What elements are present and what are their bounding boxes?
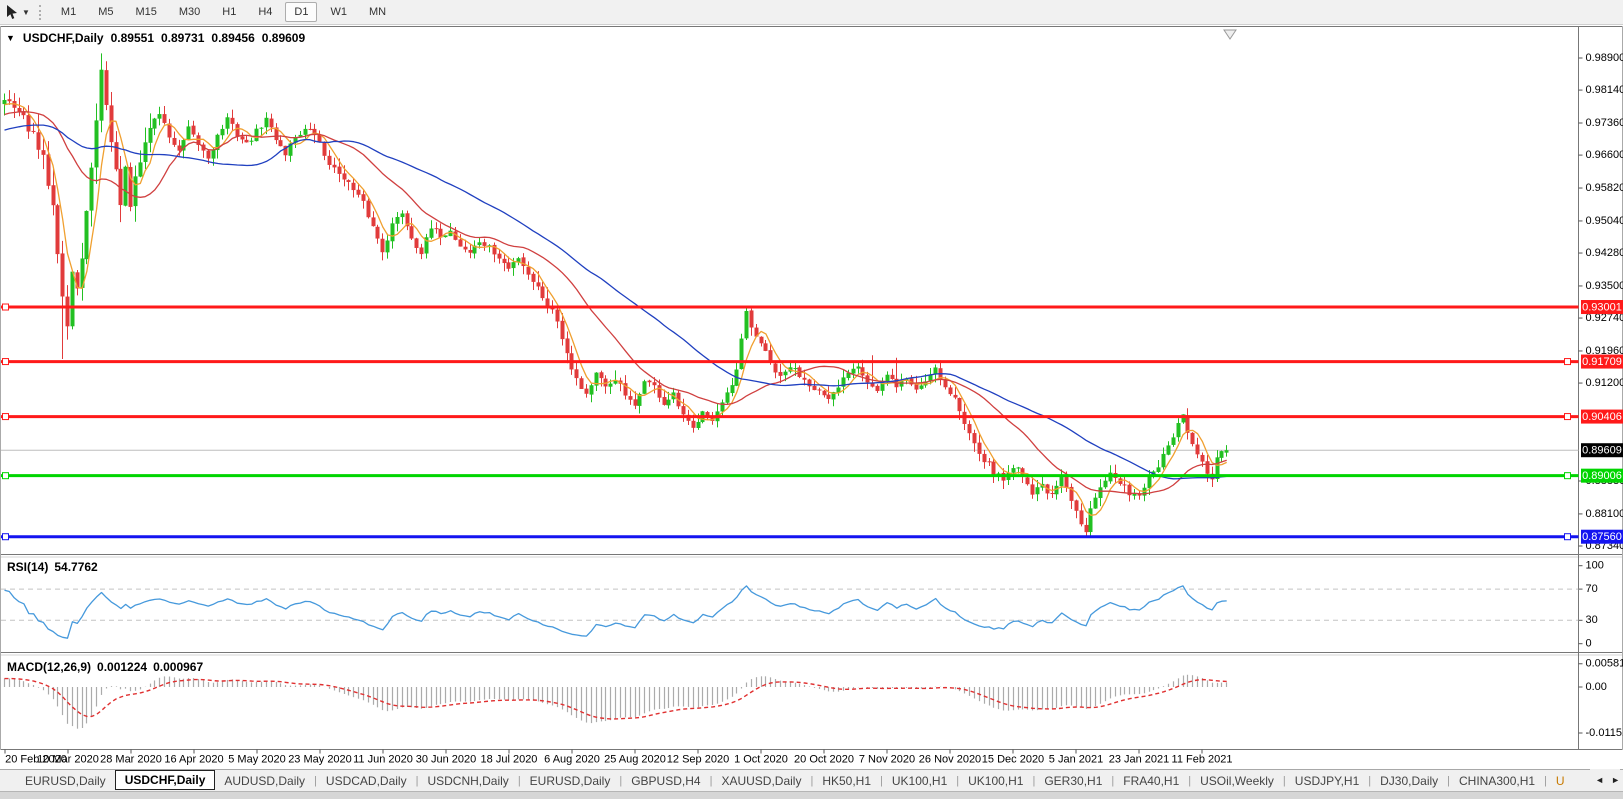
ohlc-low: 0.89456 <box>211 31 254 45</box>
svg-text:0.91709: 0.91709 <box>1582 356 1622 368</box>
rsi-pane-label: RSI(14) 54.7762 <box>7 560 98 574</box>
date-axis-label: 15 Dec 2020 <box>982 754 1044 766</box>
level-price-label-0.93001: 0.93001 <box>1581 300 1623 314</box>
chart-tab-fra40-h1[interactable]: FRA40,H1 <box>1114 771 1188 791</box>
date-axis-label: 23 May 2020 <box>288 754 352 766</box>
date-axis-label: 5 Jan 2021 <box>1049 754 1103 766</box>
triangle-down-icon[interactable]: ▼ <box>6 33 15 43</box>
chart-ohlc-header: ▼ USDCHF,Daily 0.89551 0.89731 0.89456 0… <box>6 31 305 45</box>
chart-canvas[interactable]: 0.98900 0.98140 0.97360 0.96600 0.95820 0.950… <box>0 0 1623 799</box>
date-axis-label: 18 Jul 2020 <box>481 754 538 766</box>
tab-scroll-left-button[interactable]: ◄ <box>1595 775 1604 785</box>
date-axis-label: 6 Aug 2020 <box>544 754 600 766</box>
chart-tab-usdjpy-h1[interactable]: USDJPY,H1 <box>1286 771 1368 791</box>
level-price-label-0.91709: 0.91709 <box>1581 355 1623 369</box>
date-axis-label: 5 May 2020 <box>228 754 285 766</box>
rsi-indicator-name: RSI(14) <box>7 560 48 574</box>
chart-tab-u[interactable]: U <box>1547 771 1574 791</box>
macd-pane-label: MACD(12,26,9) 0.001224 0.000967 <box>7 660 203 674</box>
svg-text:0.89609: 0.89609 <box>1582 445 1622 457</box>
date-axis-label: 23 Jan 2021 <box>1109 754 1170 766</box>
level-price-label-0.87560: 0.87560 <box>1581 530 1623 544</box>
date-axis-label: 1 Oct 2020 <box>734 754 788 766</box>
macd-main-value: 0.001224 <box>97 660 147 674</box>
date-axis-label: 10 Mar 2020 <box>37 754 99 766</box>
chart-tab-gbpusd-h4[interactable]: GBPUSD,H4 <box>622 771 709 791</box>
rsi-axis-label: 100 <box>1586 560 1604 572</box>
price-axis-label: 0.95820 <box>1586 182 1623 194</box>
chart-tab-dj30-daily[interactable]: DJ30,Daily <box>1371 771 1447 791</box>
chart-tab-usdcad-daily[interactable]: USDCAD,Daily <box>317 771 416 791</box>
date-axis-label: 12 Sep 2020 <box>667 754 729 766</box>
price-axis-label: 0.98900 <box>1586 52 1623 64</box>
chart-tab-usdcnh-daily[interactable]: USDCNH,Daily <box>418 771 517 791</box>
svg-text:0.89006: 0.89006 <box>1582 470 1622 482</box>
rsi-current-value: 54.7762 <box>54 560 97 574</box>
chart-tab-usdchf-daily[interactable]: USDCHF,Daily <box>115 770 216 790</box>
ohlc-close: 0.89609 <box>262 31 305 45</box>
date-axis-label: 20 Oct 2020 <box>794 754 854 766</box>
chart-tab-uk100-h1[interactable]: UK100,H1 <box>959 771 1032 791</box>
level-price-label-0.90406: 0.90406 <box>1581 410 1623 424</box>
chart-tab-usoil-weekly[interactable]: USOil,Weekly <box>1191 771 1283 791</box>
chart-tab-uk100-h1[interactable]: UK100,H1 <box>883 771 956 791</box>
macd-axis-label: 0.005818 <box>1586 658 1623 670</box>
price-axis-label: 0.97360 <box>1586 117 1623 129</box>
date-axis-label: 26 Nov 2020 <box>919 754 981 766</box>
mt4-window: ▼ M1M5M15M30H1H4D1W1MN 0.989000.981400.9… <box>0 0 1623 799</box>
date-axis-label: 11 Feb 2021 <box>1172 754 1233 766</box>
price-axis-label: 0.98140 <box>1586 84 1623 96</box>
macd-axis-label: 0.00 <box>1586 681 1607 693</box>
price-axis-label: 0.94280 <box>1586 247 1623 259</box>
chart-tab-ger30-h1[interactable]: GER30,H1 <box>1035 771 1111 791</box>
svg-text:0.90406: 0.90406 <box>1582 411 1622 423</box>
chart-tab-eurusd-daily[interactable]: EURUSD,Daily <box>16 771 115 791</box>
chart-tab-china300-h1[interactable]: CHINA300,H1 <box>1450 771 1544 791</box>
chart-tab-bar: EURUSD,DailyUSDCHF,DailyAUDUSD,Daily|USD… <box>0 769 1623 791</box>
price-axis-label: 0.93500 <box>1586 280 1623 292</box>
price-axis-label: 0.96600 <box>1586 149 1623 161</box>
chart-tab-eurusd-daily[interactable]: EURUSD,Daily <box>521 771 620 791</box>
chart-tab-hk50-h1[interactable]: HK50,H1 <box>813 771 880 791</box>
rsi-axis-label: 30 <box>1586 614 1598 626</box>
date-axis-label: 25 Aug 2020 <box>604 754 666 766</box>
date-axis-label: 28 Mar 2020 <box>100 754 162 766</box>
macd-indicator-name: MACD(12,26,9) <box>7 660 91 674</box>
date-axis: 20 Feb 202010 Mar 202028 Mar 202016 Apr … <box>5 750 1232 766</box>
price-axis-label: 0.91200 <box>1586 377 1623 389</box>
status-bar <box>0 791 1623 799</box>
rsi-axis-label: 70 <box>1586 583 1598 595</box>
level-price-label-0.89006: 0.89006 <box>1581 469 1623 483</box>
macd-axis-label: -0.011514 <box>1586 727 1623 739</box>
date-axis-label: 16 Apr 2020 <box>164 754 223 766</box>
rsi-axis-label: 0 <box>1586 638 1592 650</box>
chart-tab-audusd-daily[interactable]: AUDUSD,Daily <box>215 771 314 791</box>
ohlc-high: 0.89731 <box>161 31 204 45</box>
ohlc-open: 0.89551 <box>111 31 154 45</box>
chart-symbol-label: USDCHF,Daily <box>23 31 104 45</box>
macd-signal-value: 0.000967 <box>153 660 203 674</box>
price-axis-label: 0.88100 <box>1586 508 1623 520</box>
tab-scroll-right-button[interactable]: ► <box>1611 775 1620 785</box>
tab-scroll-arrows: ◄ ► <box>1590 769 1620 791</box>
current-price-label: 0.89609 <box>1581 443 1623 457</box>
svg-text:0.87560: 0.87560 <box>1582 531 1622 543</box>
chart-tab-xauusd-daily[interactable]: XAUUSD,Daily <box>712 771 810 791</box>
date-axis-label: 11 Jun 2020 <box>353 754 413 766</box>
chart-tabs: EURUSD,DailyUSDCHF,DailyAUDUSD,Daily|USD… <box>16 770 1574 792</box>
date-axis-label: 7 Nov 2020 <box>859 754 915 766</box>
date-axis-label: 30 Jun 2020 <box>416 754 477 766</box>
svg-text:0.93001: 0.93001 <box>1582 301 1622 313</box>
price-axis-label: 0.95040 <box>1586 215 1623 227</box>
